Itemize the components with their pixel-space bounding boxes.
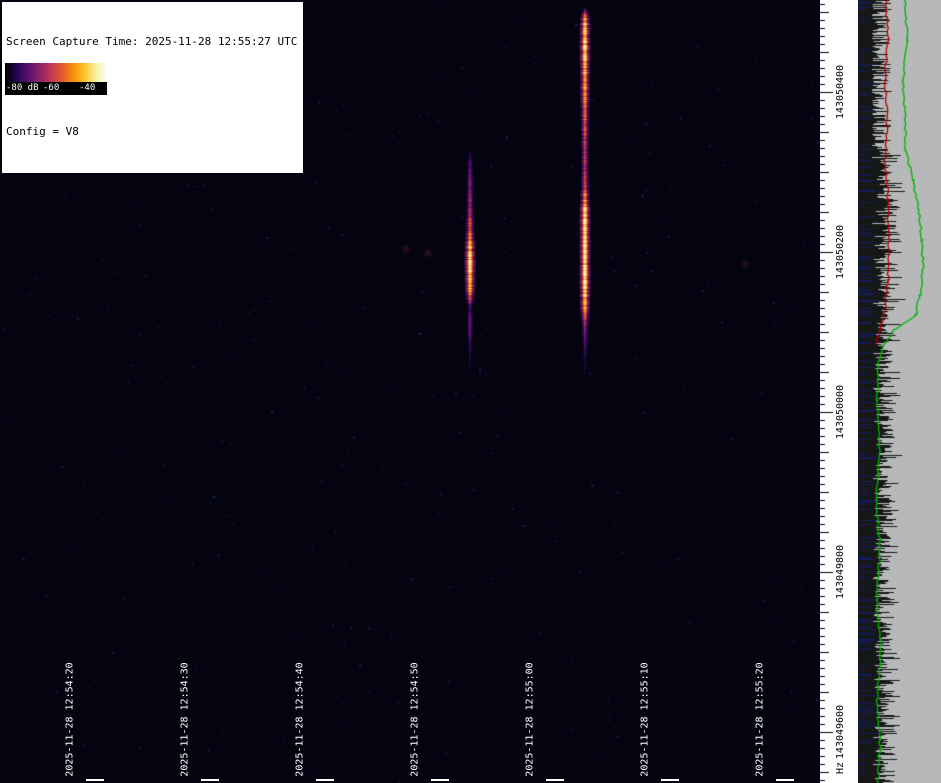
time-tick (86, 779, 104, 781)
freq-axis-label: 143050000 (835, 372, 847, 452)
time-axis-label: 2025-11-28 12:54:30 (179, 655, 192, 783)
time-tick (201, 779, 219, 781)
config-text: Config = V8 (6, 124, 297, 139)
capture-time-text: Screen Capture Time: 2025-11-28 12:55:27… (6, 34, 297, 49)
freq-axis-label: 143050200 (835, 212, 847, 292)
colorbar-label-min: -80 dB (6, 83, 39, 93)
time-tick (316, 779, 334, 781)
freq-unit-label: Hz (835, 753, 847, 783)
colorbar-labels: -80 dB -60 -40 (5, 82, 107, 95)
time-axis-label: 2025-11-28 12:55:00 (524, 655, 537, 783)
time-axis-label: 2025-11-28 12:54:40 (294, 655, 307, 783)
time-axis-label: 2025-11-28 12:54:20 (64, 655, 77, 783)
time-tick (546, 779, 564, 781)
colorbar-label-max: -40 (79, 83, 95, 93)
time-tick (431, 779, 449, 781)
intensity-colorbar: -80 dB -60 -40 (5, 63, 107, 95)
freq-axis-label: 143050400 (835, 52, 847, 132)
time-axis-label: 2025-11-28 12:55:10 (639, 655, 652, 783)
freq-axis-label: 143049800 (835, 532, 847, 612)
time-tick (776, 779, 794, 781)
time-tick (661, 779, 679, 781)
spectrogram-display: Screen Capture Time: 2025-11-28 12:55:27… (0, 0, 941, 783)
spectrum-panel-canvas (858, 0, 941, 783)
colorbar-gradient (5, 63, 107, 82)
time-axis-label: 2025-11-28 12:54:50 (409, 655, 422, 783)
time-axis-label: 2025-11-28 12:55:20 (754, 655, 767, 783)
colorbar-label-mid: -60 (43, 83, 59, 93)
